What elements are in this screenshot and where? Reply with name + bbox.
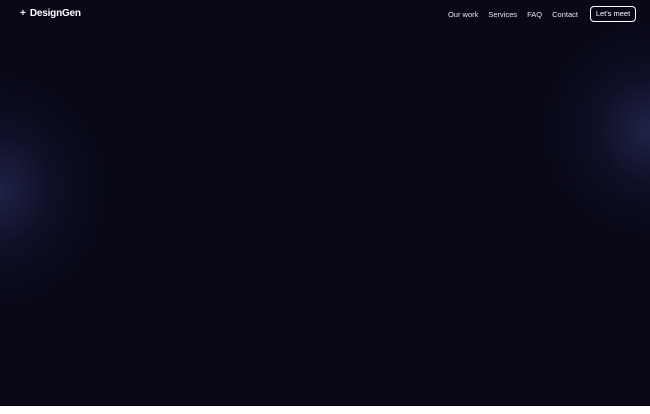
nav-link-our-work[interactable]: Our work: [448, 10, 478, 19]
brand-mark-icon: +: [20, 8, 26, 19]
nav-link-services[interactable]: Services: [488, 10, 517, 19]
nav-link-contact[interactable]: Contact: [552, 10, 578, 19]
lets-meet-button[interactable]: Let's meet: [590, 6, 636, 22]
background-glow-right: [540, 20, 650, 240]
landing-page: + DesignGen Our work Services FAQ Contac…: [0, 0, 650, 406]
brand-name: DesignGen: [29, 8, 81, 19]
background-glow-left: [0, 70, 110, 310]
nav-links: Our work Services FAQ Contact: [448, 10, 578, 19]
top-navigation: + DesignGen Our work Services FAQ Contac…: [0, 0, 650, 30]
brand-logo[interactable]: + DesignGen: [20, 8, 81, 20]
nav-link-faq[interactable]: FAQ: [527, 10, 542, 19]
